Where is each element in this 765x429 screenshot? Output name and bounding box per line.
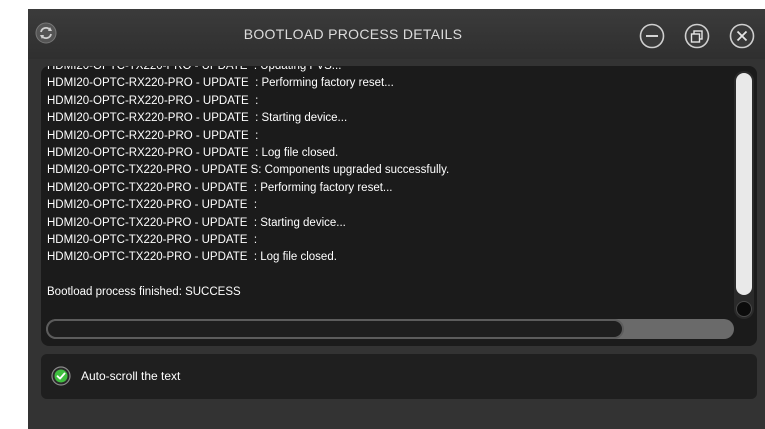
log-line: HDMI20-OPTC-RX220-PRO - UPDATE : Perform… [47, 77, 394, 90]
log-line: HDMI20-OPTC-TX220-PRO - UPDATE : Perform… [47, 181, 393, 194]
log-line: HDMI20-OPTC-TX220-PRO - UPDATE : [47, 233, 258, 246]
window-title: BOOTLOAD PROCESS DETAILS [243, 26, 463, 42]
log-lines: HDMI20-OPTC-TX220-PRO - UPDATE : Updatin… [47, 66, 449, 301]
progress-fill [46, 319, 624, 339]
log-line: HDMI20-OPTC-TX220-PRO - UPDATE : Log fil… [47, 251, 337, 264]
log-line: HDMI20-OPTC-TX220-PRO - UPDATE : Startin… [47, 216, 346, 229]
log-line: HDMI20-OPTC-RX220-PRO - UPDATE : [47, 129, 259, 142]
vertical-scrollbar[interactable] [734, 71, 754, 319]
auto-scroll-checkbox[interactable] [51, 366, 71, 386]
title-bar[interactable]: BOOTLOAD PROCESS DETAILS [28, 9, 765, 59]
log-line: HDMI20-OPTC-RX220-PRO - UPDATE : Startin… [47, 112, 348, 125]
log-line: HDMI20-OPTC-TX220-PRO - UPDATE : [47, 199, 258, 212]
restore-icon[interactable] [684, 23, 710, 49]
log-line: Bootload process finished: SUCCESS [47, 286, 241, 299]
scroll-down-icon[interactable] [736, 301, 752, 317]
options-panel: Auto-scroll the text [41, 354, 757, 399]
progress-bar [46, 319, 734, 339]
auto-scroll-label[interactable]: Auto-scroll the text [81, 354, 180, 399]
scrollbar-thumb[interactable] [736, 73, 752, 295]
log-line: HDMI20-OPTC-RX220-PRO - UPDATE : [47, 94, 259, 107]
log-panel: HDMI20-OPTC-TX220-PRO - UPDATE : Updatin… [41, 66, 757, 346]
log-line: HDMI20-OPTC-RX220-PRO - UPDATE : Log fil… [47, 146, 339, 159]
log-text-area[interactable]: HDMI20-OPTC-TX220-PRO - UPDATE : Updatin… [47, 66, 727, 314]
log-line: HDMI20-OPTC-TX220-PRO - UPDATE S: Compon… [47, 164, 450, 177]
log-line: HDMI20-OPTC-TX220-PRO - UPDATE : Updatin… [47, 66, 342, 72]
minimize-icon[interactable] [639, 23, 665, 49]
bootload-details-window: BOOTLOAD PROCESS DETAILS HDMI20-OPTC-TX2… [28, 9, 765, 429]
close-icon[interactable] [729, 23, 755, 49]
